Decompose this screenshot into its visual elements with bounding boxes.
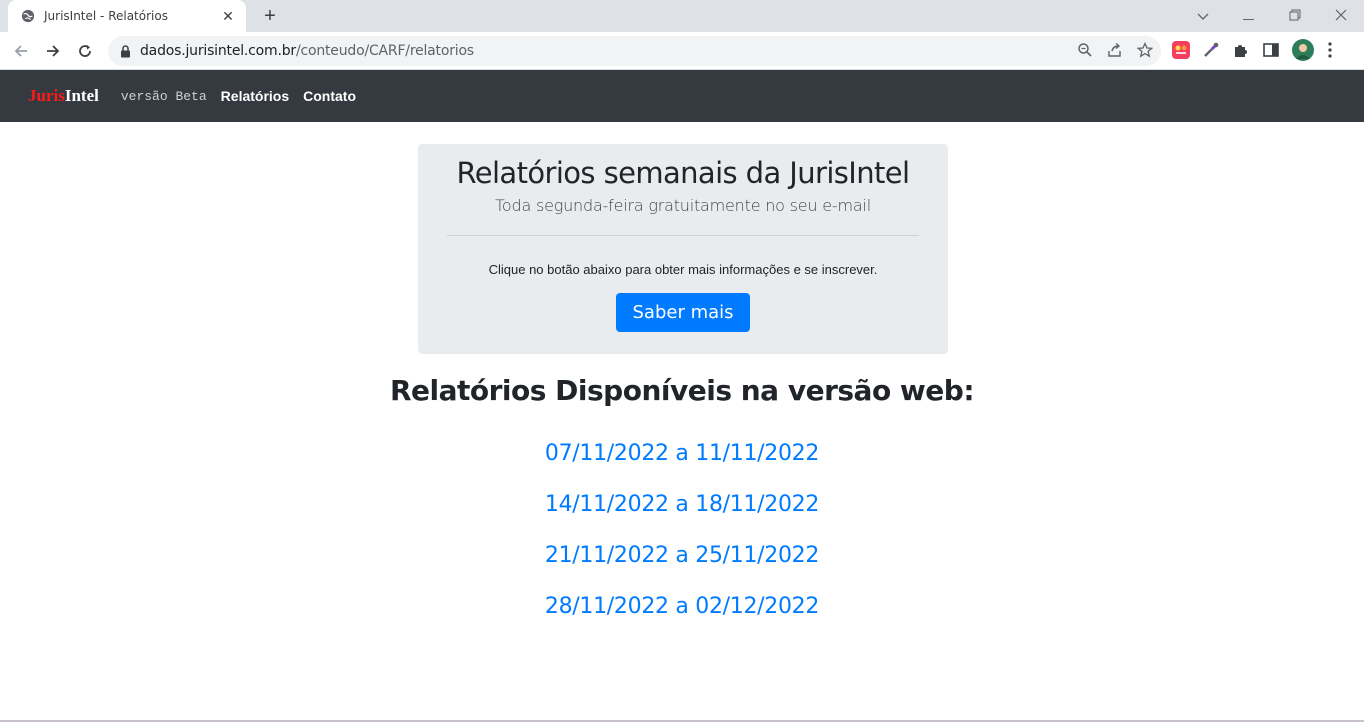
window-controls	[1180, 0, 1364, 32]
browser-tab[interactable]: JurisIntel - Relatórios ✕	[8, 0, 246, 32]
new-tab-button[interactable]: +	[258, 5, 282, 27]
beta-label: versão Beta	[120, 88, 207, 104]
brand-intel: Intel	[64, 86, 99, 105]
nav-link-contato[interactable]: Contato	[303, 88, 356, 104]
address-bar[interactable]: dados.jurisintel.com.br/conteudo/CARF/re…	[108, 36, 1161, 66]
extension-icons	[1172, 39, 1334, 61]
close-window-icon[interactable]	[1318, 9, 1364, 24]
url-host: dados.jurisintel.com.br	[140, 43, 296, 59]
profile-avatar[interactable]	[1292, 39, 1314, 61]
zoom-icon[interactable]	[1077, 42, 1093, 58]
report-link[interactable]: 21/11/2022 a 25/11/2022	[0, 542, 1364, 593]
share-icon[interactable]	[1107, 42, 1123, 58]
divider	[447, 235, 919, 236]
report-link[interactable]: 07/11/2022 a 11/11/2022	[0, 440, 1364, 491]
jumbotron: Relatórios semanais da JurisIntel Toda s…	[418, 144, 948, 354]
title-bold: versão web	[787, 374, 964, 407]
jumbotron-info: Clique no botão abaixo para obter mais i…	[488, 262, 878, 277]
jumbotron-lead: Toda segunda-feira gratuitamente no seu …	[495, 196, 871, 215]
omnibox-icons	[1077, 42, 1153, 58]
url-text: dados.jurisintel.com.br/conteudo/CARF/re…	[140, 43, 474, 59]
reports-section-title: Relatórios Disponíveis na versão web:	[0, 374, 1364, 407]
reports-list: 07/11/2022 a 11/11/2022 14/11/2022 a 18/…	[0, 440, 1364, 644]
site-navbar: JurisIntel versão Beta Relatórios Contat…	[0, 70, 1364, 122]
restore-icon[interactable]	[1272, 9, 1318, 24]
extension-app-icon[interactable]	[1172, 41, 1190, 59]
globe-icon	[21, 9, 35, 23]
browser-tab-bar: JurisIntel - Relatórios ✕ +	[0, 0, 1364, 32]
side-panel-icon[interactable]	[1262, 41, 1280, 59]
reload-icon[interactable]	[69, 35, 101, 67]
title-suffix: :	[963, 374, 975, 407]
back-icon[interactable]	[5, 35, 37, 67]
report-link[interactable]: 28/11/2022 a 02/12/2022	[0, 593, 1364, 644]
nav-link-relatorios[interactable]: Relatórios	[221, 88, 289, 104]
minimize-icon[interactable]	[1226, 9, 1272, 24]
forward-icon[interactable]	[37, 35, 69, 67]
tab-search-icon[interactable]	[1180, 9, 1226, 24]
url-path: /conteudo/CARF/relatorios	[295, 43, 474, 59]
brand-logo[interactable]: JurisIntel	[28, 86, 99, 106]
close-tab-icon[interactable]: ✕	[220, 8, 236, 25]
lock-icon	[121, 44, 130, 57]
extensions-puzzle-icon[interactable]	[1232, 41, 1250, 59]
report-link[interactable]: 14/11/2022 a 18/11/2022	[0, 491, 1364, 542]
more-menu-icon[interactable]	[1326, 41, 1334, 59]
saber-mais-button[interactable]: Saber mais	[616, 293, 750, 332]
brand-juris: Juris	[28, 86, 65, 105]
jumbotron-title: Relatórios semanais da JurisIntel	[456, 156, 910, 190]
bookmark-star-icon[interactable]	[1137, 42, 1153, 58]
eyedropper-icon[interactable]	[1202, 41, 1220, 59]
tab-title: JurisIntel - Relatórios	[44, 9, 168, 23]
browser-toolbar: dados.jurisintel.com.br/conteudo/CARF/re…	[0, 32, 1364, 70]
title-prefix: Relatórios Disponíveis na	[389, 374, 788, 407]
